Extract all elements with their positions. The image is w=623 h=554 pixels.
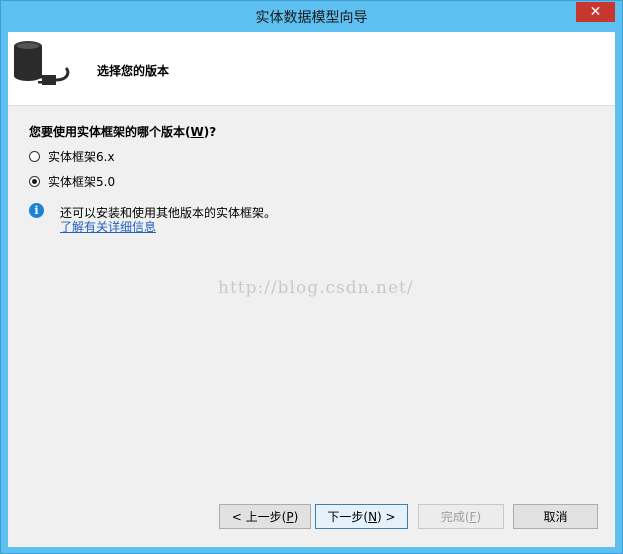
finish-button[interactable]: 完成(F)	[418, 504, 504, 529]
title-bar[interactable]: 实体数据模型向导 ✕	[1, 1, 622, 32]
back-button[interactable]: < 上一步(P)	[219, 504, 311, 529]
close-button[interactable]: ✕	[576, 2, 615, 22]
page-title: 选择您的版本	[97, 64, 170, 78]
window-title: 实体数据模型向导	[255, 10, 368, 26]
radio-option-ef5[interactable]: 实体框架5.0	[29, 173, 115, 189]
radio-button-ef6[interactable]	[29, 150, 40, 162]
wizard-window: 实体数据模型向导 ✕ 选择您的版本 您要使用实体框架的哪个版本(W)? 实体框架…	[0, 0, 623, 554]
header-band: 选择您的版本	[8, 32, 615, 106]
learn-more-link[interactable]: 了解有关详细信息	[60, 218, 156, 235]
info-icon: i	[29, 203, 44, 218]
version-question: 您要使用实体框架的哪个版本(W)?	[29, 125, 217, 139]
watermark: http://blog.csdn.net/	[218, 278, 414, 298]
radio-option-ef6[interactable]: 实体框架6.x	[29, 148, 115, 164]
cancel-button[interactable]: 取消	[513, 504, 598, 529]
close-icon: ✕	[589, 4, 602, 20]
next-button[interactable]: 下一步(N) >	[315, 504, 408, 529]
database-plug-icon	[14, 41, 70, 85]
radio-label-ef5[interactable]: 实体框架5.0	[48, 173, 115, 190]
radio-button-ef5[interactable]	[29, 175, 40, 187]
radio-label-ef6[interactable]: 实体框架6.x	[48, 148, 115, 165]
wizard-body: 选择您的版本 您要使用实体框架的哪个版本(W)? 实体框架6.x 实体框架5.0…	[8, 32, 615, 547]
